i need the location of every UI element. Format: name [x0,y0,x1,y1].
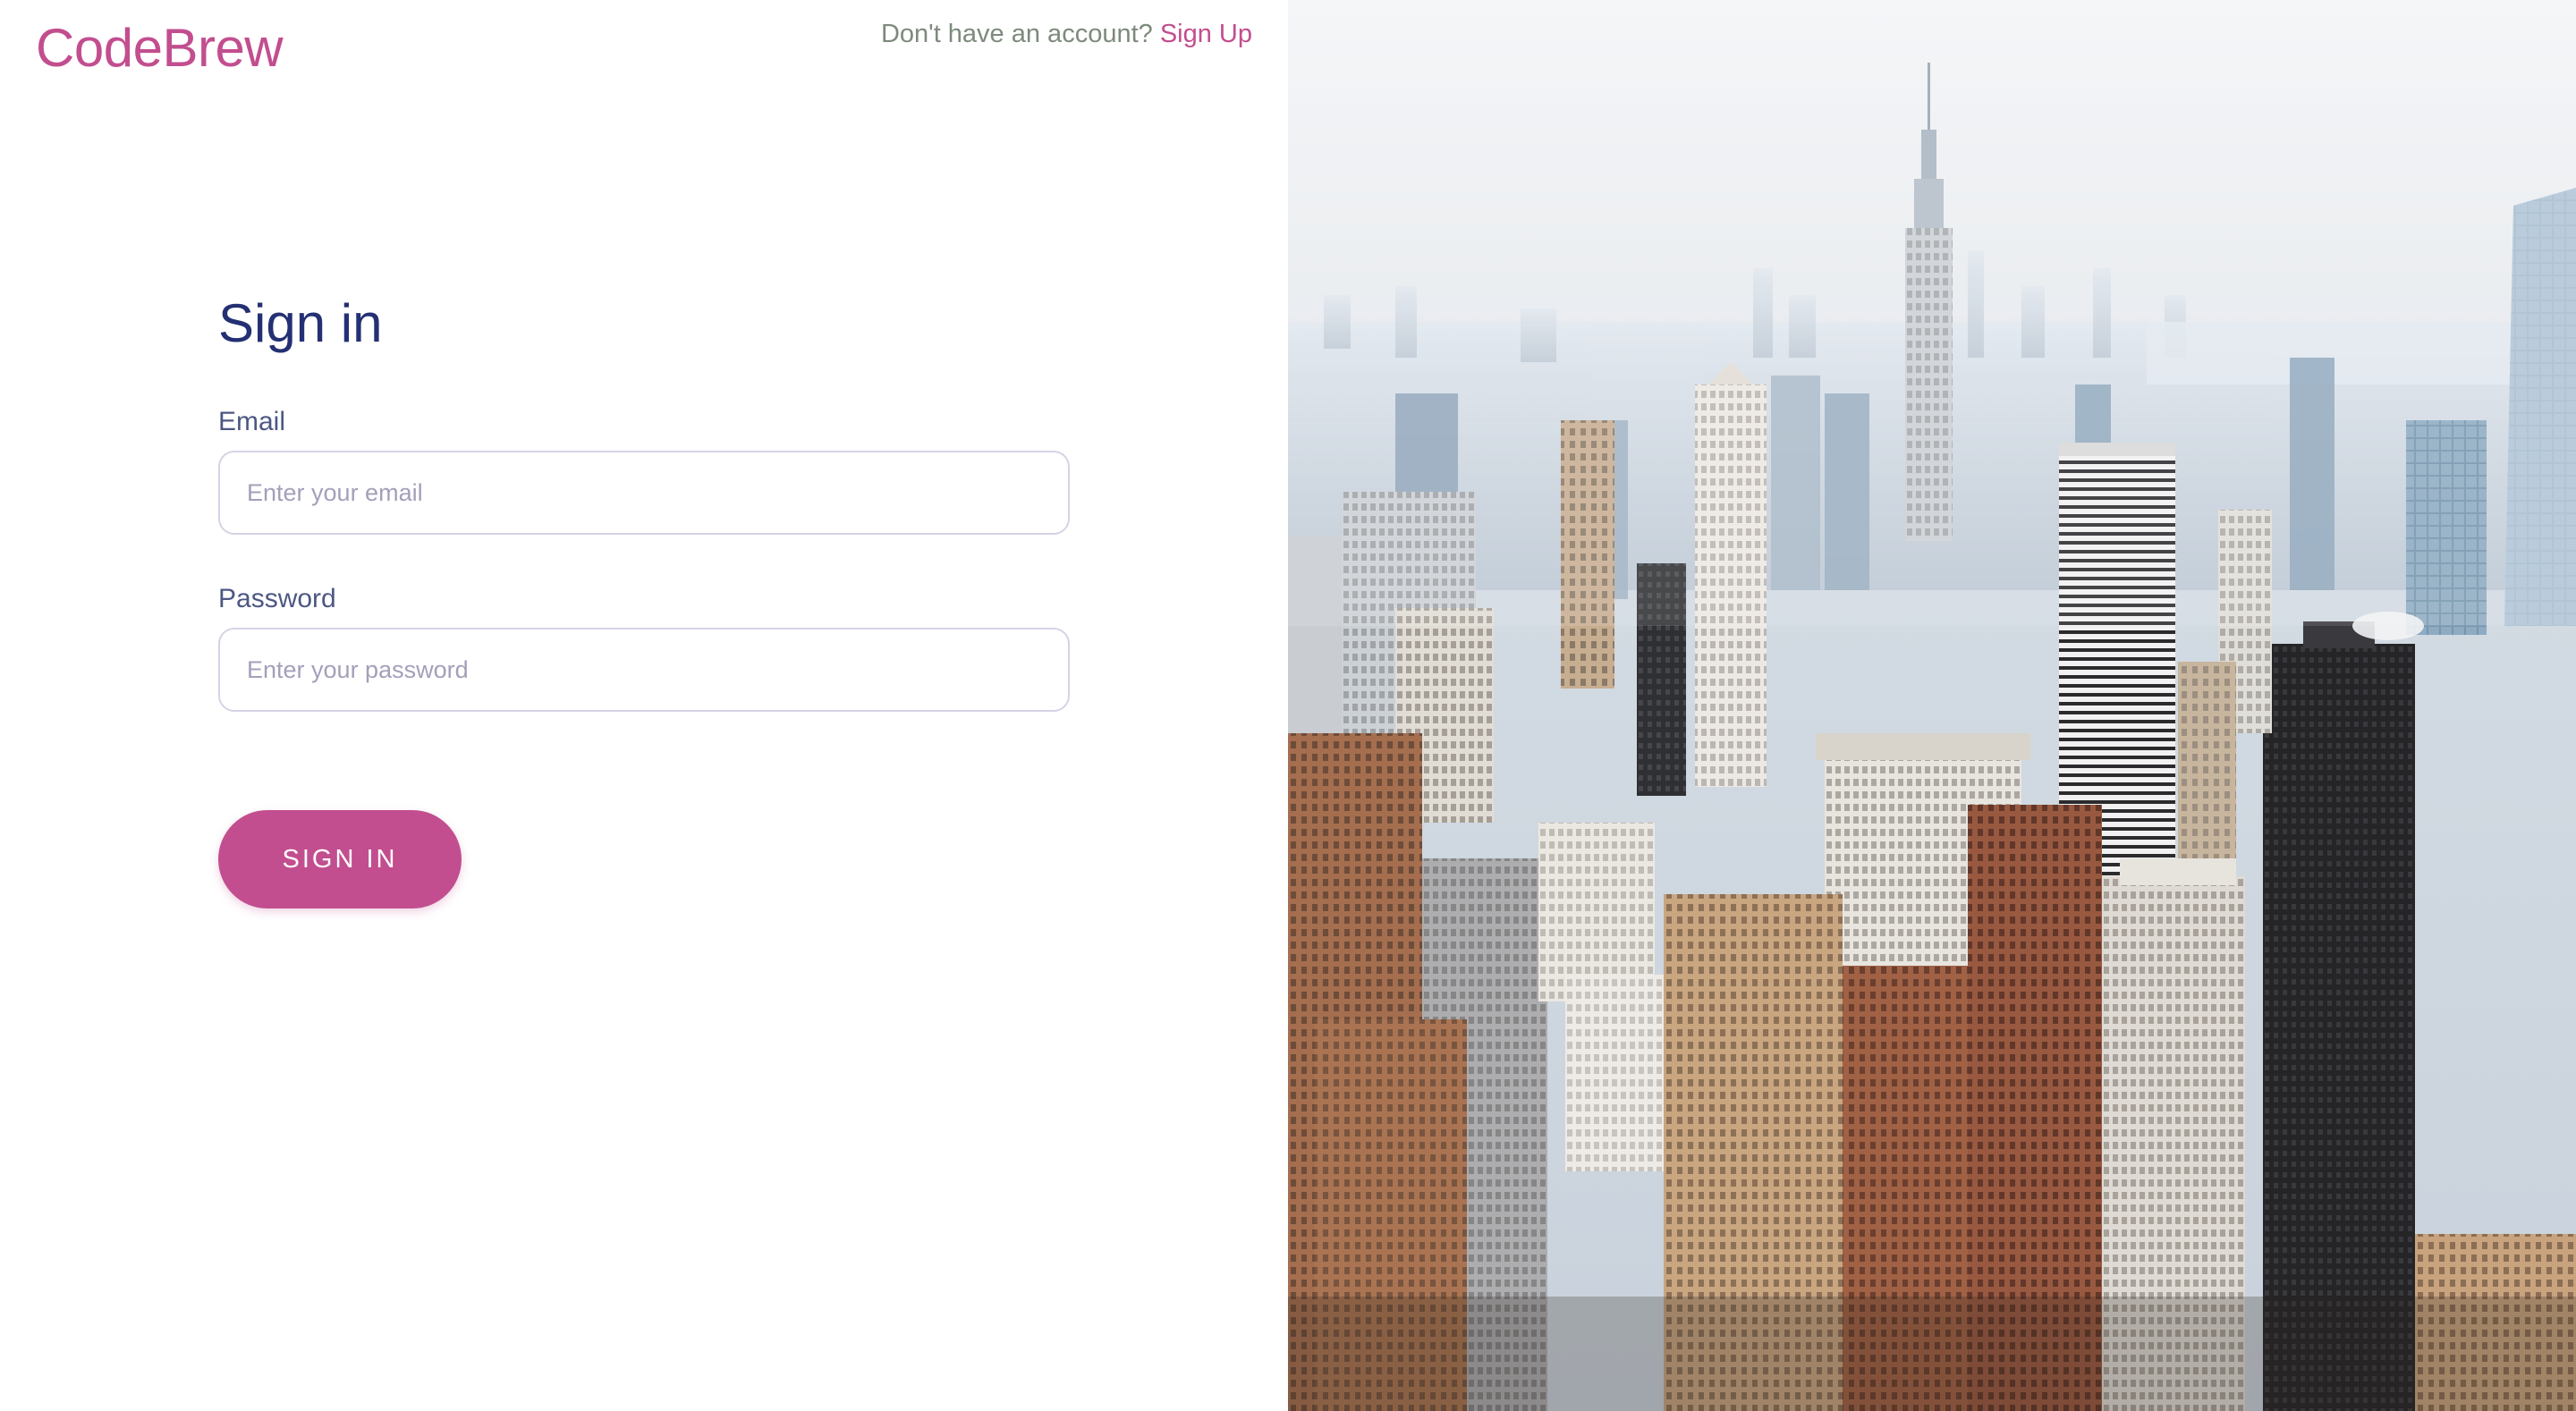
email-field-group: Email [218,404,1070,535]
password-field-group: Password [218,581,1070,712]
hero-image [1288,0,2576,1411]
email-label: Email [218,407,286,436]
signup-link[interactable]: Sign Up [1160,20,1252,48]
page-title: Sign in [218,293,383,353]
city-skyline-illustration [1288,0,2576,1411]
signup-prompt: Don't have an account? Sign Up [881,16,1252,52]
brand-logo[interactable]: CodeBrew [36,16,284,80]
signin-form: Sign in Email Password SIGN IN [218,288,1070,908]
signin-panel: CodeBrew Don't have an account? Sign Up … [0,0,1288,1411]
signin-page: CodeBrew Don't have an account? Sign Up … [0,0,2576,1411]
password-field[interactable] [218,628,1070,712]
password-label: Password [218,584,336,613]
email-field[interactable] [218,451,1070,535]
signup-prompt-text: Don't have an account? [880,20,1153,48]
signin-button[interactable]: SIGN IN [218,810,462,908]
